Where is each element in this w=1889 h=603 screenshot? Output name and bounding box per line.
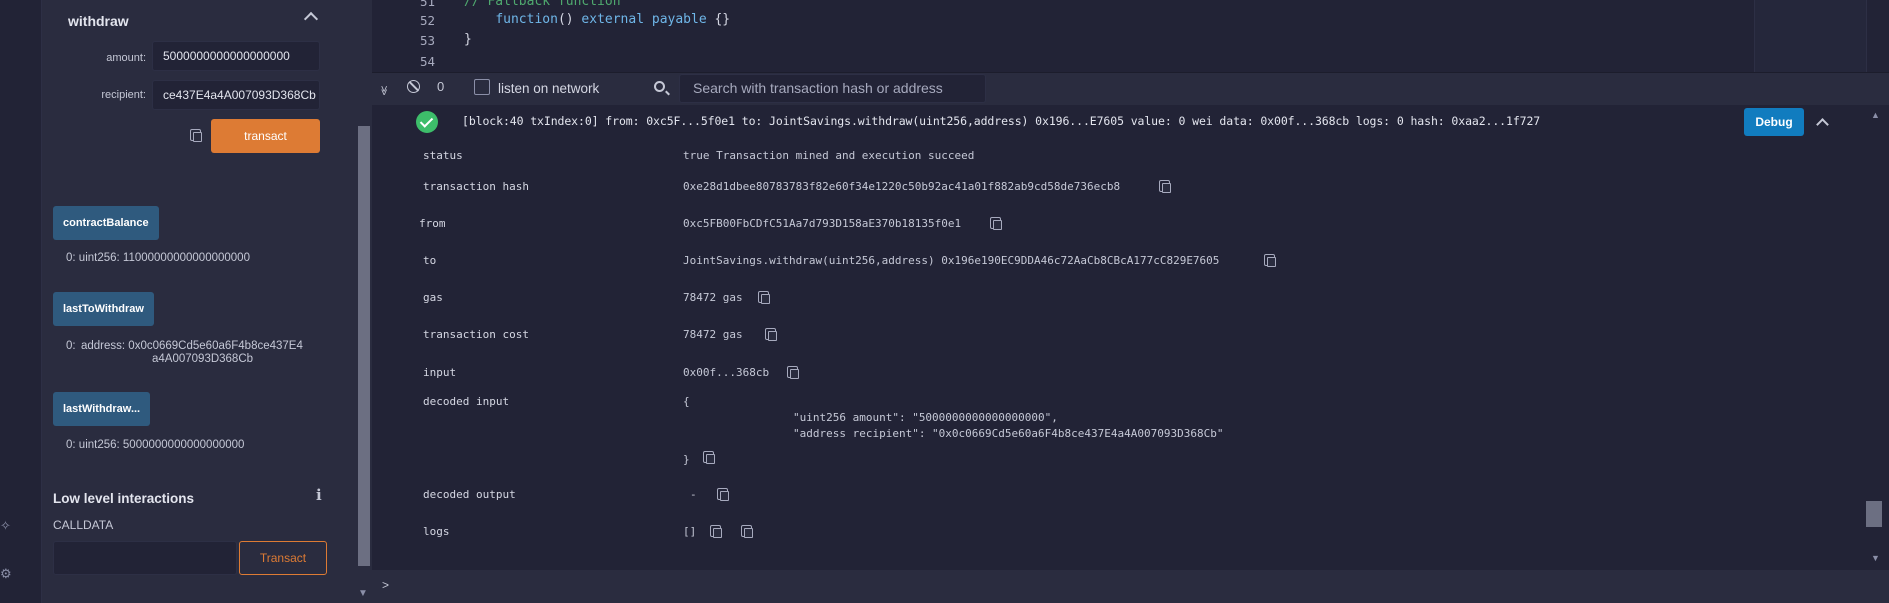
copy-logs-raw-icon[interactable]	[741, 525, 753, 538]
tx-value-decoded-output: -	[690, 488, 697, 501]
last-to-withdraw-index: 0:	[66, 340, 76, 352]
copy-to-icon[interactable]	[1264, 254, 1276, 267]
scroll-down-arrow-icon[interactable]: ▼	[1871, 553, 1880, 563]
collapse-terminal-icon[interactable]: >>	[377, 86, 389, 93]
tx-value-cost: 78472 gas	[683, 328, 743, 341]
low-level-title: Low level interactions	[53, 491, 195, 506]
copy-from-icon[interactable]	[990, 217, 1002, 230]
param-label-recipient: recipient:	[101, 89, 146, 101]
code-text: {}	[706, 12, 731, 27]
copy-gas-icon[interactable]	[758, 291, 770, 304]
tx-key-decoded-output: decoded output	[423, 488, 516, 501]
code-editor[interactable]	[372, 0, 1889, 72]
copy-hash-icon[interactable]	[1159, 180, 1171, 193]
prompt-caret: >	[382, 578, 390, 592]
terminal-output	[372, 105, 1861, 570]
tx-summary[interactable]: [block:40 txIndex:0] from: 0xc5F...5f0e1…	[462, 114, 1540, 128]
tx-value-input: 0x00f...368cb	[683, 366, 770, 379]
copy-logs-icon[interactable]	[710, 525, 722, 538]
last-to-withdraw-result-line2: a4A007093D368Cb	[152, 353, 254, 365]
code-line: }	[464, 32, 472, 47]
copy-decoded-input-icon[interactable]	[703, 451, 715, 464]
code-comment: // Fallback function	[464, 0, 621, 9]
tx-key-status: status	[423, 149, 463, 162]
search-icon	[654, 81, 665, 92]
decoded-input-line: "uint256 amount": "5000000000000000000",	[740, 411, 1058, 424]
tx-key-input: input	[423, 366, 457, 379]
tx-key-gas: gas	[423, 291, 443, 304]
listen-network-checkbox[interactable]	[474, 79, 490, 95]
code-line: function() external payable {}	[464, 12, 730, 27]
tx-key-logs: logs	[423, 525, 450, 538]
line-number: 52	[419, 13, 435, 28]
last-withdraw-result: 0: uint256: 5000000000000000000	[66, 439, 244, 451]
panel-gap	[338, 0, 354, 603]
activity-bar: ✧ ⚙	[0, 0, 42, 603]
terminal-scrollbar[interactable]: ▲ ▼	[1861, 105, 1889, 570]
terminal-prompt[interactable]: >	[372, 570, 1889, 603]
settings-icon[interactable]: ⚙	[0, 566, 14, 581]
copy-input-icon[interactable]	[787, 366, 799, 379]
contract-balance-result: 0: uint256: 11000000000000000000	[66, 252, 250, 264]
panel-scrollbar[interactable]: ▼	[354, 0, 372, 603]
code-text: ()	[557, 12, 582, 27]
tx-key-cost: transaction cost	[423, 328, 529, 341]
low-level-transact-button[interactable]: Transact	[239, 541, 327, 575]
decoded-input-line: "address recipient": "0x0c0669Cd5e60a6F4…	[740, 427, 1224, 440]
result-index: 0:	[66, 252, 76, 264]
contract-balance-button[interactable]: contractBalance	[53, 206, 159, 240]
line-number: 54	[419, 54, 435, 69]
editor-scrollbar[interactable]	[1866, 0, 1889, 72]
tx-key-hash: transaction hash	[423, 180, 529, 193]
recipient-input[interactable]: ce437E4a4A007093D368Cb	[152, 80, 320, 110]
last-withdraw-amount-button[interactable]: lastWithdraw...	[53, 392, 151, 426]
tx-key-from: from	[419, 217, 446, 230]
success-check-icon	[416, 111, 438, 133]
tx-value-to: JointSavings.withdraw(uint256,address) 0…	[683, 254, 1220, 267]
pending-tx-count: 0	[437, 79, 445, 94]
minimap[interactable]	[1754, 0, 1866, 72]
line-number: 53	[419, 33, 435, 48]
decoded-input-line: }	[683, 453, 690, 466]
tx-key-decoded-input: decoded input	[423, 395, 510, 408]
panel-scroll-thumb[interactable]	[358, 126, 370, 566]
copy-decoded-output-icon[interactable]	[717, 488, 729, 501]
tx-search-input[interactable]: Search with transaction hash or address	[679, 74, 986, 103]
tx-key-to: to	[423, 254, 437, 267]
result-value: uint256: 11000000000000000000	[78, 252, 250, 264]
copy-calldata-icon[interactable]	[190, 129, 202, 142]
listen-network-label: listen on network	[498, 81, 600, 96]
transact-button[interactable]: transact	[211, 119, 320, 153]
tx-value-status: true Transaction mined and execution suc…	[683, 149, 975, 162]
function-title: withdraw	[68, 13, 129, 29]
code-keyword: external payable	[581, 12, 707, 27]
scroll-down-arrow-icon[interactable]: ▼	[358, 588, 368, 599]
tx-value-logs: []	[683, 525, 697, 538]
result-index: 0:	[66, 439, 76, 451]
scroll-up-arrow-icon[interactable]: ▲	[1871, 110, 1880, 120]
tx-value-gas: 78472 gas	[683, 291, 743, 304]
param-label-amount: amount:	[106, 52, 146, 64]
last-to-withdraw-result-line1: address: 0x0c0669Cd5e60a6F4b8ce437E4	[81, 340, 303, 352]
debug-button[interactable]: Debug	[1744, 108, 1804, 136]
result-value: uint256: 5000000000000000000	[78, 439, 245, 451]
tx-value-from: 0xc5FB00FbCDfC51Aa7d793D158aE370b18135f0…	[683, 217, 962, 230]
info-icon[interactable]: i	[316, 486, 322, 504]
decoded-input-line: {	[683, 395, 690, 408]
line-number: 51	[419, 0, 435, 9]
last-to-withdraw-button[interactable]: lastToWithdraw	[53, 292, 154, 326]
code-keyword: function	[495, 12, 558, 27]
terminal-toolbar	[372, 72, 1889, 105]
calldata-input[interactable]	[53, 541, 237, 575]
code-line: // Fallback function	[464, 0, 621, 9]
clear-console-icon[interactable]	[407, 80, 420, 93]
terminal-scroll-thumb[interactable]	[1866, 501, 1882, 527]
calldata-label: CALLDATA	[53, 518, 114, 532]
copy-cost-icon[interactable]	[765, 328, 777, 341]
plugin-icon[interactable]: ✧	[0, 518, 14, 533]
tx-value-hash: 0xe28d1dbee80783783f82e60f34e1220c50b92a…	[683, 180, 1121, 193]
amount-input[interactable]: 5000000000000000000	[152, 41, 320, 71]
